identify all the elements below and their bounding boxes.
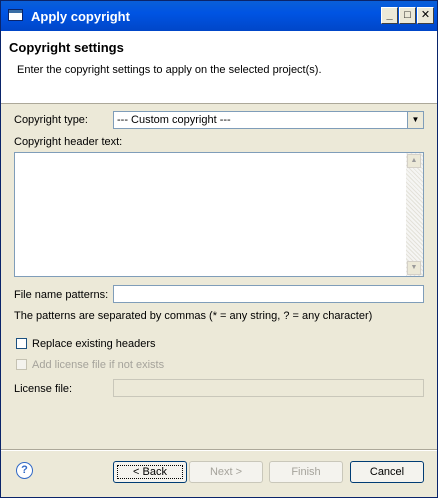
page-description: Enter the copyright settings to apply on… (17, 64, 322, 76)
page-title: Copyright settings (9, 40, 124, 55)
next-button[interactable]: Next > (189, 461, 263, 483)
chevron-down-icon[interactable]: ▼ (407, 112, 423, 128)
add-license-label: Add license file if not exists (32, 359, 165, 371)
close-button[interactable]: ✕ (417, 7, 434, 24)
license-file-label: License file: (14, 383, 73, 395)
finish-button-label: Finish (291, 466, 321, 478)
help-button[interactable]: ? (16, 462, 33, 479)
window-title: Apply copyright (31, 9, 130, 24)
cancel-button-label: Cancel (369, 466, 405, 478)
replace-headers-checkbox[interactable] (16, 338, 27, 349)
back-button-label: < Back (133, 466, 167, 478)
dialog-window: Apply copyright _ □ ✕ Copyright settings… (0, 0, 438, 498)
back-button[interactable]: < Back (113, 461, 187, 483)
finish-button[interactable]: Finish (269, 461, 343, 483)
add-license-checkbox[interactable] (16, 359, 27, 370)
header-banner: Copyright settings Enter the copyright s… (1, 31, 437, 104)
file-patterns-input[interactable] (113, 285, 424, 303)
replace-headers-label[interactable]: Replace existing headers (32, 338, 156, 350)
scroll-down-icon[interactable]: ▼ (407, 261, 421, 275)
license-file-input[interactable] (113, 379, 424, 397)
minimize-button[interactable]: _ (381, 7, 398, 24)
close-icon: ✕ (420, 9, 431, 21)
maximize-button[interactable]: □ (399, 7, 416, 24)
cancel-button[interactable]: Cancel (350, 461, 424, 483)
file-patterns-label: File name patterns: (14, 289, 109, 301)
copyright-type-label: Copyright type: (14, 114, 88, 126)
button-bar-separator (1, 449, 437, 451)
header-text-label: Copyright header text: (14, 136, 123, 148)
copyright-type-select[interactable]: --- Custom copyright --- ▼ (113, 111, 424, 129)
help-icon: ? (21, 464, 28, 476)
header-text-area[interactable]: ▲ ▼ (14, 152, 424, 277)
patterns-hint: The patterns are separated by commas (* … (14, 310, 373, 322)
header-text-scrollbar[interactable]: ▲ ▼ (406, 153, 423, 276)
next-button-label: Next > (209, 466, 243, 478)
title-bar[interactable]: Apply copyright _ □ ✕ (1, 1, 437, 31)
copyright-type-value: --- Custom copyright --- (117, 114, 231, 126)
window-icon (8, 9, 23, 21)
maximize-icon: □ (404, 9, 411, 21)
minimize-icon: _ (386, 9, 393, 21)
scroll-up-icon[interactable]: ▲ (407, 154, 421, 168)
